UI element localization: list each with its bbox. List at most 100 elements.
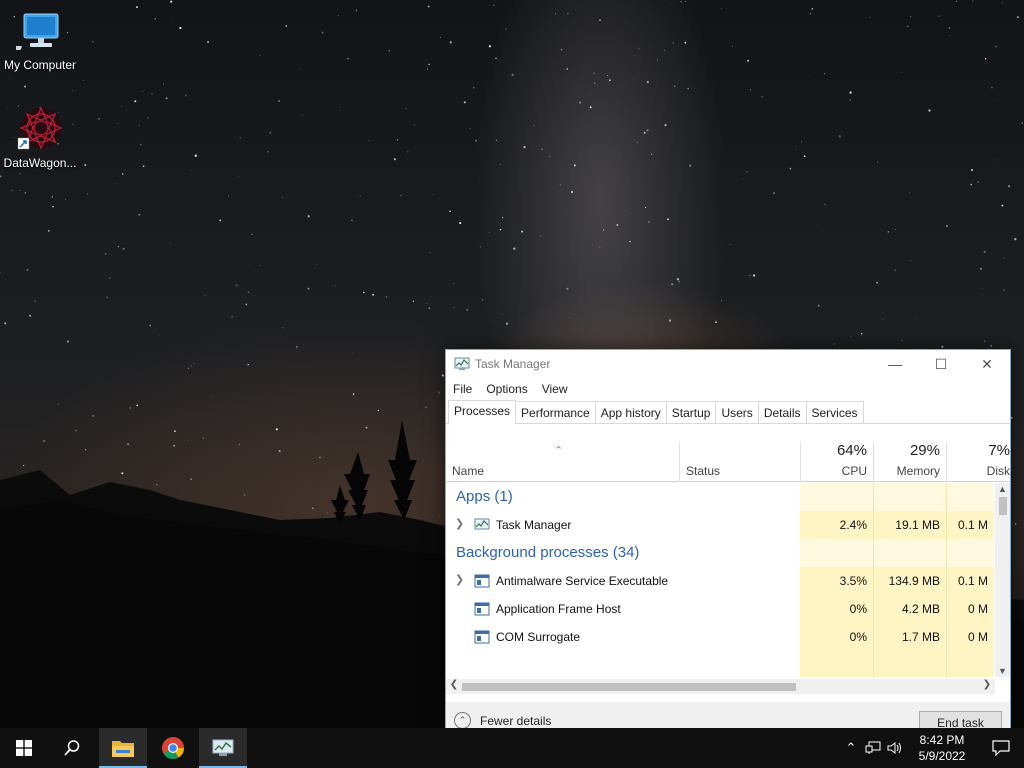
star [475, 139, 478, 142]
group-cpu-cell [800, 483, 873, 511]
fewer-details-button[interactable]: ⌃ Fewer details [454, 712, 551, 729]
menu-bar: File Options View [446, 378, 1010, 400]
star [479, 246, 482, 248]
tab-details[interactable]: Details [757, 401, 807, 423]
file-explorer-taskbar-button[interactable] [99, 728, 147, 768]
group-disk-cell [946, 483, 994, 511]
scroll-up-icon[interactable]: ▲ [995, 484, 1010, 494]
show-hidden-icons-button[interactable]: ⌃ [840, 728, 862, 768]
column-disk-label: Disk [986, 464, 1010, 478]
network-icon[interactable] [862, 728, 884, 768]
close-button[interactable]: ✕ [964, 350, 1010, 378]
star [372, 293, 375, 296]
menu-file[interactable]: File [453, 382, 472, 396]
column-header-status[interactable]: Status [679, 442, 800, 482]
menu-options[interactable]: Options [486, 382, 527, 396]
search-button[interactable] [48, 728, 96, 768]
process-memory: 19.1 MB [873, 511, 946, 539]
clock[interactable]: 8:42 PM 5/9/2022 [906, 732, 978, 764]
process-cpu [800, 651, 873, 677]
star [426, 302, 428, 304]
expand-chevron-icon[interactable]: ❯ [455, 517, 464, 530]
column-header-cpu[interactable]: 64% CPU [800, 442, 873, 482]
scroll-thumb[interactable] [999, 497, 1007, 515]
star [449, 210, 451, 212]
vertical-scrollbar[interactable]: ▲ ▼ [995, 483, 1010, 677]
expand-chevron-icon[interactable]: ❯ [455, 573, 464, 586]
disk-total-percent: 7% [988, 442, 1010, 459]
process-window-icon [474, 574, 490, 588]
star [4, 322, 7, 325]
volume-icon[interactable] [884, 728, 906, 768]
tab-services[interactable]: Services [805, 401, 864, 423]
minimize-icon: — [888, 356, 902, 372]
star [245, 303, 248, 306]
speaker-icon [887, 742, 901, 754]
star [134, 100, 137, 103]
star [571, 191, 573, 193]
star [449, 41, 452, 44]
chrome-taskbar-button[interactable] [149, 728, 197, 768]
table-row[interactable]: COM Surrogate 0% 1.7 MB 0 M [446, 623, 994, 651]
datawagon-desktop-icon[interactable]: DataWagon... [0, 106, 80, 170]
star [396, 139, 398, 141]
my-computer-desktop-icon[interactable]: My Computer [0, 8, 80, 72]
star [488, 45, 492, 48]
scroll-down-icon[interactable]: ▼ [995, 666, 1010, 676]
star [901, 339, 903, 341]
tab-performance[interactable]: Performance [515, 401, 596, 423]
star [413, 124, 416, 126]
search-icon [64, 740, 80, 756]
table-row[interactable]: ❯ Antimalware Service Executable 3.5% 13… [446, 567, 994, 595]
horizontal-scrollbar[interactable]: ❮ ❯ [446, 679, 995, 694]
star [877, 161, 878, 163]
star [66, 340, 69, 343]
star [269, 131, 272, 134]
tab-users[interactable]: Users [715, 401, 759, 423]
minimize-button[interactable]: — [872, 350, 918, 378]
star [533, 124, 535, 126]
group-apps[interactable]: Apps (1) [446, 483, 994, 511]
star [560, 48, 563, 51]
star [838, 135, 841, 138]
tab-startup[interactable]: Startup [665, 401, 717, 423]
star [285, 25, 288, 27]
star [664, 123, 667, 127]
column-header-memory[interactable]: 29% Memory [873, 442, 946, 482]
action-center-button[interactable] [978, 728, 1024, 768]
star [646, 129, 649, 132]
menu-view[interactable]: View [542, 382, 568, 396]
start-button[interactable] [0, 728, 48, 768]
star [469, 128, 471, 130]
star [809, 76, 810, 77]
column-header-name[interactable]: ⌃ Name [446, 442, 679, 482]
star [190, 169, 192, 171]
star [433, 194, 434, 196]
task-manager-taskbar-button[interactable] [199, 728, 247, 768]
table-row[interactable]: Application Frame Host 0% 4.2 MB 0 M [446, 595, 994, 623]
scroll-right-icon[interactable]: ❯ [980, 679, 994, 690]
group-title: Apps (1) [456, 488, 513, 505]
star [901, 72, 903, 73]
tab-processes[interactable]: Processes [448, 400, 517, 424]
group-cpu-cell [800, 539, 873, 567]
star [599, 246, 601, 248]
process-disk: 0.1 M [946, 567, 994, 595]
group-background-processes[interactable]: Background processes (34) [446, 539, 994, 567]
star [1004, 258, 1006, 260]
maximize-button[interactable]: ☐ [918, 350, 964, 378]
tab-app-history[interactable]: App history [594, 401, 667, 423]
star [238, 176, 240, 178]
star [663, 49, 666, 52]
star [332, 263, 334, 265]
scroll-thumb[interactable] [462, 683, 796, 691]
process-memory: 1.7 MB [873, 623, 946, 651]
title-bar[interactable]: Task Manager — ☐ ✕ [446, 350, 1010, 378]
scroll-left-icon[interactable]: ❮ [447, 679, 461, 690]
star [481, 298, 484, 301]
table-row-partial[interactable] [446, 651, 994, 677]
star [573, 164, 576, 167]
table-row[interactable]: ❯ Task Manager 2.4% 19.1 MB 0.1 M [446, 511, 994, 539]
star [941, 345, 944, 348]
column-header-disk[interactable]: 7% Disk [946, 442, 1010, 482]
